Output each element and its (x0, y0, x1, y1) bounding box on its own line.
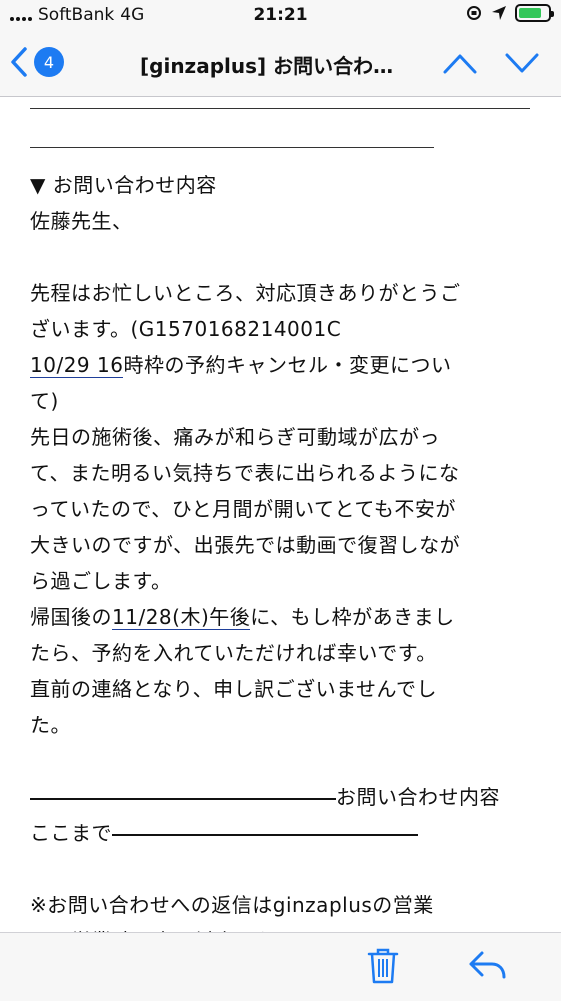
text-line: お問い合わせ内容 (30, 779, 540, 815)
previous-message-button[interactable] (441, 48, 479, 78)
time-link-text: 午後 (209, 605, 251, 629)
text-segment: に、もし枠があきまし (250, 605, 455, 629)
chevron-left-icon (11, 47, 27, 77)
back-button[interactable]: 4 (10, 46, 64, 78)
text-line: 10/29 16時枠の予約キャンセル・変更につい (30, 347, 540, 383)
date-time-link[interactable]: 10/29 16 (30, 353, 124, 378)
divider-line (30, 108, 530, 109)
text-line: 先程はお忙しいところ、対応頂きありがとうご (30, 281, 461, 305)
reply-icon[interactable] (468, 949, 508, 983)
text-line: ここまで (30, 815, 540, 851)
text-segment: 時枠の予約キャンセル・変更につい (123, 353, 452, 377)
status-bar: SoftBank 4G 21:21 (0, 0, 561, 30)
text-line: ざいます。(G1570168214001C (30, 317, 342, 341)
text-line: 大きいのですが、出張先では動画で復習しなが (30, 533, 461, 557)
bottom-toolbar (0, 932, 561, 1001)
text-segment: お問い合わせ内容 (336, 785, 500, 809)
location-icon (492, 6, 506, 20)
text-line: 先日の施術後、痛みが和らぎ可動域が広がっ (30, 425, 440, 449)
text-line: ※お問い合わせへの返信はginzaplusの営業 (30, 893, 434, 917)
text-segment: ここまで (30, 821, 112, 845)
text-line: て、また明るい気持ちで表に出られるようにな (30, 461, 460, 485)
text-line: たら、予約を入れていただければ幸いです。 (30, 641, 437, 665)
battery-icon (515, 4, 554, 22)
section-heading: ▼ お問い合わせ内容 (30, 173, 217, 197)
message-text: ▼ お問い合わせ内容 佐藤先生、 先程はお忙しいところ、対応頂きありがとうご ざ… (30, 167, 540, 932)
text-line: て) (30, 389, 59, 413)
message-body[interactable]: ▼ お問い合わせ内容 佐藤先生、 先程はお忙しいところ、対応頂きありがとうご ざ… (0, 97, 561, 932)
message-subject-title: [ginzaplus] お問い合わ… (140, 54, 394, 78)
next-message-button[interactable] (503, 48, 541, 78)
text-line: っていたので、ひと月間が開いてとても不安が (30, 497, 456, 521)
divider-line (30, 147, 434, 148)
text-line: 帰国後の11/28(木)午後に、もし枠があきまし (30, 599, 540, 635)
unread-count-badge: 4 (34, 47, 64, 77)
date-link-text: 11/28(木) (112, 605, 210, 629)
text-line: た。 (30, 713, 71, 737)
trash-icon[interactable] (366, 947, 400, 985)
divider-dash (30, 797, 336, 800)
text-segment: 帰国後の (30, 605, 112, 629)
salutation: 佐藤先生、 (30, 209, 133, 233)
divider-dash (112, 833, 418, 836)
mail-navigation-bar: 4 [ginzaplus] お問い合わ… (0, 30, 561, 97)
status-icons (465, 4, 554, 22)
text-line: 日・営業時間内の対応となります。 (30, 923, 540, 932)
orientation-lock-icon (467, 6, 481, 20)
date-link[interactable]: 11/28(木)午後 (112, 605, 251, 630)
text-line: ら過ごします。 (30, 569, 172, 593)
text-line: 直前の連絡となり、申し訳ございませんでし (30, 677, 437, 701)
